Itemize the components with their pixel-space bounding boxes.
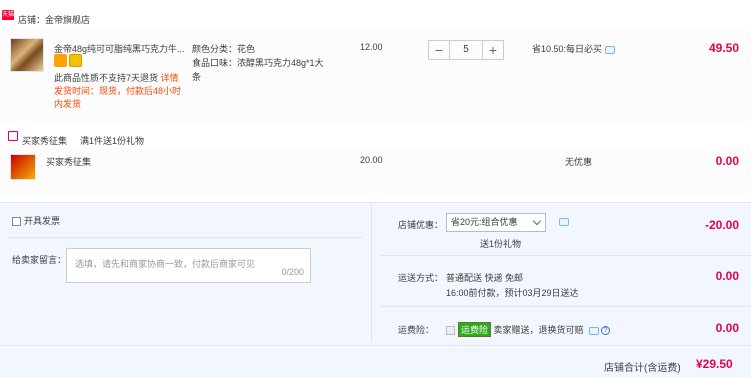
card-payment-icon: [69, 54, 82, 67]
message-placeholder: 选填，请先和商家协商一致，付款后商家可见: [75, 259, 256, 269]
gift-unit-price: 20.00: [360, 155, 383, 165]
discount-text: 省10.50:每日必买: [532, 44, 603, 54]
shipping-eta: 16:00前付款，预计03月29日送达: [446, 288, 579, 298]
delivery-time: 发货时间：现货，付款后48小时内发货: [54, 86, 182, 109]
guarantee-icon: [54, 54, 67, 67]
gift-icon: [8, 131, 18, 141]
store-total-value: ¥29.50: [696, 357, 733, 371]
store-total-label: 店铺合计(含运费): [604, 363, 681, 374]
gift-item-title[interactable]: 买家秀征集: [46, 155, 91, 168]
invoice-option[interactable]: 开具发票: [12, 214, 60, 227]
promo-selected: 省20元:组合优惠: [451, 217, 518, 227]
promo-select[interactable]: 省20元:组合优惠: [446, 213, 546, 232]
attr-flavor: 食品口味：浓醇黑巧克力48g*1大条: [192, 58, 324, 82]
help-icon[interactable]: ?: [601, 326, 611, 336]
divider: [0, 345, 751, 346]
increase-button[interactable]: +: [483, 41, 503, 59]
gift-thumbnail[interactable]: [10, 154, 36, 180]
return-policy-text: 此商品性质不支持7天退货: [54, 73, 159, 83]
gift-subtotal: 0.00: [715, 154, 739, 168]
shipping-method: 普通配送 快递 免邮: [446, 273, 524, 283]
shop-name[interactable]: 店铺：金帝旗舰店: [18, 13, 90, 26]
promo-label: 店铺优惠：: [398, 220, 444, 230]
tmall-badge: 天猫: [2, 10, 15, 20]
divider: [380, 306, 751, 307]
vertical-divider: [371, 202, 372, 342]
service-badges: [54, 54, 84, 69]
promo-value: -20.00: [704, 218, 739, 232]
invoice-checkbox[interactable]: [12, 217, 21, 227]
message-textarea[interactable]: 选填，请先和商家协商一致，付款后商家可见 0/200: [66, 248, 311, 283]
insurance-label: 运费险：: [398, 325, 435, 335]
details-link[interactable]: 详情: [161, 73, 179, 83]
attr-color: 颜色分类：花色: [192, 44, 256, 54]
order-options-panel: [0, 202, 751, 378]
quantity-stepper: − 5 +: [428, 40, 504, 60]
chat-icon[interactable]: [589, 326, 600, 335]
divider: [380, 255, 751, 256]
message-char-count: 0/200: [281, 267, 304, 277]
insurance-value: 0.00: [715, 321, 739, 335]
shipping-value: 0.00: [715, 269, 739, 283]
insurance-option: 运费险 卖家赠送，退换货可赔 ?: [446, 322, 611, 337]
promo-gift-note: 送1份礼物: [480, 239, 522, 249]
divider: [8, 237, 363, 238]
insurance-checkbox[interactable]: [446, 326, 455, 336]
discount-info: 省10.50:每日必买: [532, 42, 616, 55]
product-notice: 此商品性质不支持7天退货 详情 发货时间：现货，付款后48小时内发货: [54, 72, 189, 111]
gift-discount: 无优惠: [565, 157, 593, 167]
gift-description: 满1件送1份礼物: [80, 136, 145, 146]
quantity-input[interactable]: 5: [449, 41, 483, 59]
gift-label: 买家秀征集: [22, 136, 68, 146]
chat-icon[interactable]: [559, 218, 569, 226]
shipping-label: 运送方式：: [398, 273, 444, 283]
message-label: 给卖家留言：: [12, 255, 67, 265]
chevron-down-icon: [532, 216, 542, 226]
unit-price: 12.00: [360, 42, 383, 52]
decrease-button[interactable]: −: [429, 41, 449, 59]
insurance-desc: 卖家赠送，退换货可赔: [493, 325, 584, 335]
invoice-label: 开具发票: [24, 216, 61, 226]
insurance-tag: 运费险: [458, 322, 492, 337]
chat-icon[interactable]: [605, 45, 616, 54]
item-subtotal: 49.50: [708, 41, 739, 55]
product-thumbnail[interactable]: [10, 38, 44, 72]
